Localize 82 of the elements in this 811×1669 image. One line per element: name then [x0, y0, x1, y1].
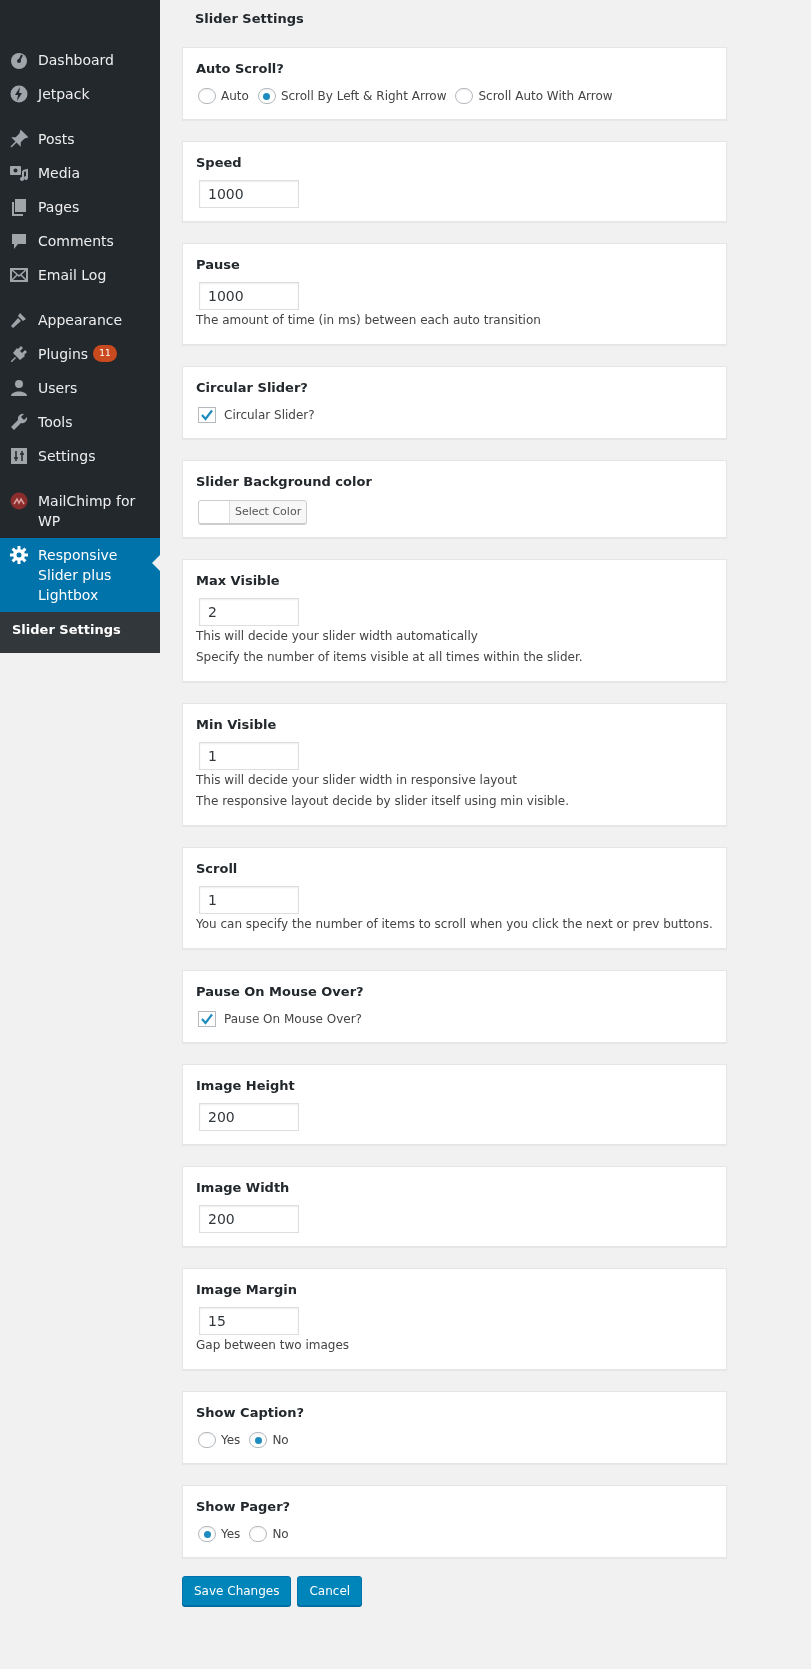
action-button[interactable]: Save Changes: [182, 1576, 292, 1606]
radio-button[interactable]: [257, 88, 276, 104]
radio-label: Auto: [221, 88, 249, 105]
radio-button[interactable]: [198, 88, 216, 104]
field-label: Circular Slider?: [196, 379, 308, 397]
radio-label: No: [272, 1432, 289, 1449]
field-description: Specify the number of items visible at all times within the slider.: [196, 649, 583, 666]
bolt-in-circle-icon: [9, 84, 29, 104]
field-label: Show Caption?: [196, 1404, 305, 1422]
logo-icon: [9, 491, 29, 511]
checkmark-icon: [200, 1013, 214, 1025]
input-field[interactable]: 200: [199, 1205, 299, 1233]
field-description: Gap between two images: [196, 1337, 350, 1354]
field-label: Pause On Mouse Over?: [196, 983, 364, 1001]
sliders-icon: [9, 446, 29, 466]
field-label: Image Height: [196, 1077, 295, 1095]
color-picker-button[interactable]: Select Color: [198, 500, 308, 524]
radio-label: No: [272, 1526, 289, 1543]
sidebar-item[interactable]: Tools: [0, 405, 160, 439]
input-field[interactable]: 200: [199, 1103, 299, 1131]
sidebar-item[interactable]: Appearance: [0, 303, 160, 337]
action-button[interactable]: Cancel: [297, 1576, 363, 1606]
radio-button[interactable]: [249, 1432, 268, 1448]
wrench-icon: [9, 412, 29, 432]
field-label: Scroll: [196, 860, 238, 878]
checkmark-icon: [200, 409, 214, 421]
input-field[interactable]: 1: [199, 742, 299, 770]
radio-label: Scroll Auto With Arrow: [478, 88, 613, 105]
sidebar-item[interactable]: Comments: [0, 224, 160, 258]
field-label: Speed: [196, 154, 242, 172]
speech-bubble-icon: [9, 231, 29, 251]
stacked-pages-icon: [9, 197, 29, 217]
sidebar-item[interactable]: Posts: [0, 122, 160, 156]
radio-button[interactable]: [198, 1432, 216, 1448]
field-label: Min Visible: [196, 716, 277, 734]
field-description: You can specify the number of items to scroll when you click the next or prev buttons.: [196, 916, 713, 933]
sidebar-item[interactable]: Pages: [0, 190, 160, 224]
field-label: Slider Background color: [196, 473, 372, 491]
input-field[interactable]: 15: [199, 1307, 299, 1335]
radio-label: Yes: [221, 1432, 241, 1449]
sidebar-item[interactable]: Media: [0, 156, 160, 190]
field-description: The responsive layout decide by slider itself using min visible.: [196, 793, 569, 810]
sidebar-item[interactable]: MailChimp for WP: [0, 484, 160, 538]
field-label: Pause: [196, 256, 240, 274]
radio-label: Scroll By Left & Right Arrow: [280, 88, 447, 105]
pointer-arrow: [152, 555, 160, 571]
sidebar-item[interactable]: Settings: [0, 439, 160, 473]
plug-icon: [9, 344, 29, 364]
sidebar-item[interactable]: Plugins 11: [0, 337, 160, 371]
envelope-icon: [9, 265, 29, 285]
radio-button[interactable]: [455, 88, 474, 104]
gear-icon: [9, 545, 29, 565]
sidebar-item[interactable]: Responsive Slider plus Lightbox: [0, 538, 160, 612]
field-description: This will decide your slider width in responsive layout: [196, 772, 518, 789]
checkbox[interactable]: [198, 407, 216, 423]
radio-label: Yes: [221, 1526, 241, 1543]
input-field[interactable]: 2: [199, 598, 299, 626]
sidebar-item[interactable]: Jetpack: [0, 77, 160, 111]
field-description: This will decide your slider width automatically: [196, 628, 478, 645]
person-icon: [9, 378, 29, 398]
input-field[interactable]: 1000: [199, 282, 299, 310]
input-field[interactable]: 1000: [199, 180, 299, 208]
photo-music-icon: [9, 163, 29, 183]
radio-button[interactable]: [198, 1526, 216, 1542]
page-title: Slider Settings: [194, 10, 305, 28]
sidebar-item[interactable]: Users: [0, 371, 160, 405]
field-label: Image Width: [196, 1179, 290, 1197]
field-label: Show Pager?: [196, 1498, 291, 1516]
pushpin-icon: [9, 129, 29, 149]
sidebar-item[interactable]: Dashboard: [0, 43, 160, 77]
radio-button[interactable]: [249, 1526, 268, 1542]
input-field[interactable]: 1: [199, 886, 299, 914]
checkbox-label: Pause On Mouse Over?: [224, 1011, 362, 1028]
sidebar-item[interactable]: Email Log: [0, 258, 160, 292]
field-label: Max Visible: [196, 572, 280, 590]
field-description: The amount of time (in ms) between each auto transition: [196, 312, 541, 329]
field-label: Image Margin: [196, 1281, 297, 1299]
count-badge: 11: [93, 345, 117, 362]
field-label: Auto Scroll?: [196, 60, 284, 78]
checkbox[interactable]: [198, 1011, 216, 1027]
gauge-icon: [9, 50, 29, 70]
checkbox-label: Circular Slider?: [224, 407, 315, 424]
